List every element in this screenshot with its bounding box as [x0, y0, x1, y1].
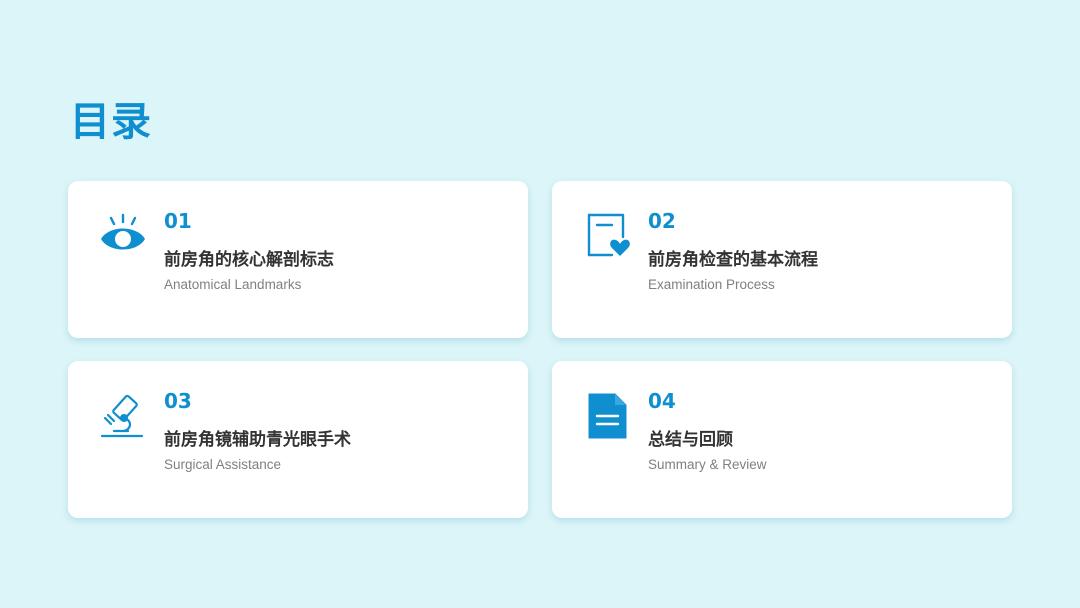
card-subtitle: Anatomical Landmarks [164, 277, 302, 292]
card-number: 04 [648, 389, 676, 413]
card-subtitle: Surgical Assistance [164, 457, 282, 472]
card-title: 前房角镜辅助青光眼手术 [164, 430, 351, 450]
microscope-icon [98, 391, 148, 441]
card-number: 02 [648, 209, 676, 233]
toc-card-1[interactable]: 01 前房角的核心解剖标志 Anatomical Landmarks [68, 181, 528, 338]
card-number: 03 [164, 389, 192, 413]
card-subtitle: Examination Process [648, 277, 775, 292]
card-subtitle: Summary & Review [648, 457, 767, 472]
card-title: 前房角的核心解剖标志 [164, 250, 334, 270]
card-title: 总结与回顾 [648, 430, 733, 450]
eye-icon [98, 211, 148, 261]
toc-card-3[interactable]: 03 前房角镜辅助青光眼手术 Surgical Assistance [68, 361, 528, 518]
card-title: 前房角检查的基本流程 [648, 250, 818, 270]
card-number: 01 [164, 209, 192, 233]
document-icon [582, 391, 632, 441]
page-title: 目录 [70, 99, 152, 145]
toc-card-4[interactable]: 04 总结与回顾 Summary & Review [552, 361, 1012, 518]
toc-card-2[interactable]: 02 前房角检查的基本流程 Examination Process [552, 181, 1012, 338]
heart-document-icon [582, 211, 632, 261]
